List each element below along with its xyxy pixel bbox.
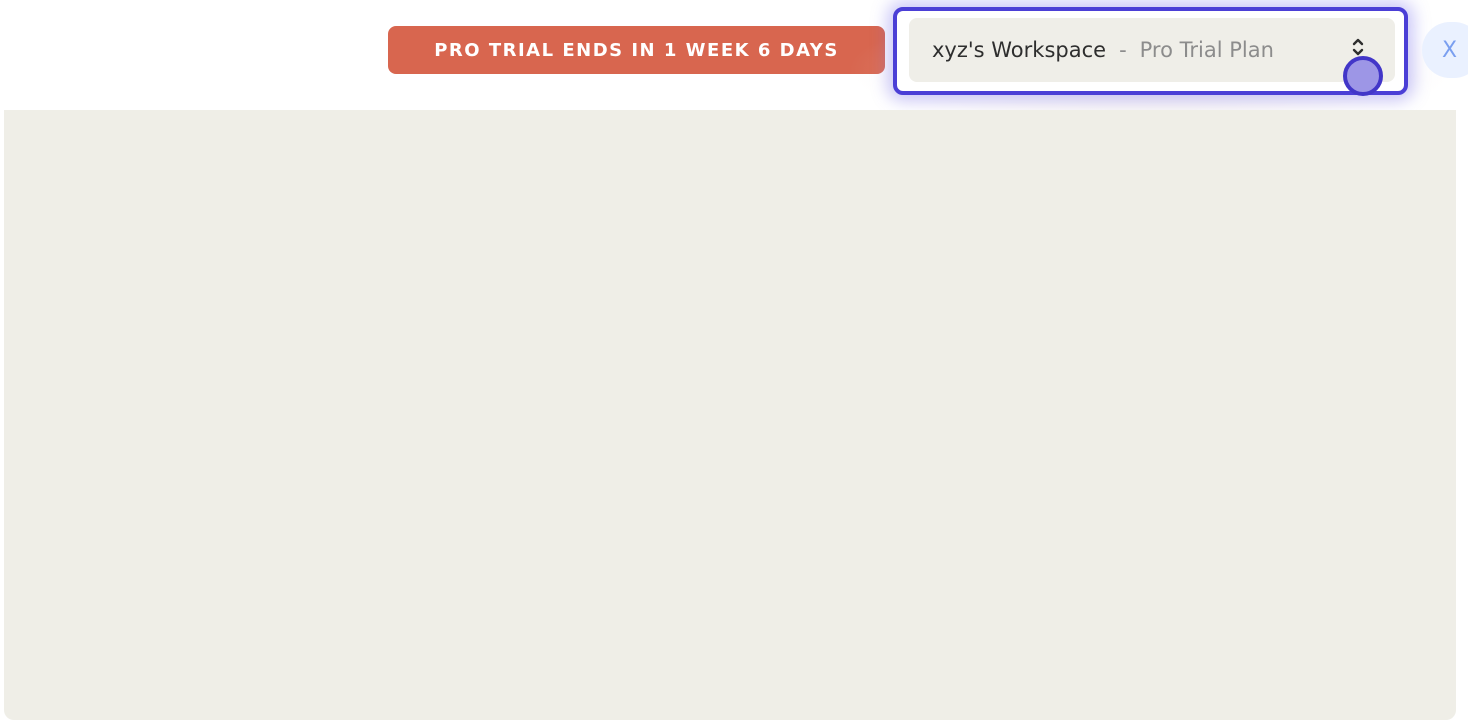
workspace-name: xyz's Workspace [932,38,1107,62]
trial-status-badge[interactable]: PRO TRIAL ENDS IN 1 WEEK 6 DAYS [388,26,885,74]
next-button[interactable]: X [1422,22,1468,78]
workspace-selector[interactable]: xyz's Workspace - Pro Trial Plan [909,18,1395,82]
workspace-plan: Pro Trial Plan [1139,38,1274,62]
main-content-area [4,110,1456,720]
cursor-indicator [1343,56,1383,96]
workspace-separator: - [1119,38,1127,62]
top-bar: PRO TRIAL ENDS IN 1 WEEK 6 DAYS xyz's Wo… [0,0,1468,140]
chevron-up-down-icon[interactable] [1351,36,1365,58]
